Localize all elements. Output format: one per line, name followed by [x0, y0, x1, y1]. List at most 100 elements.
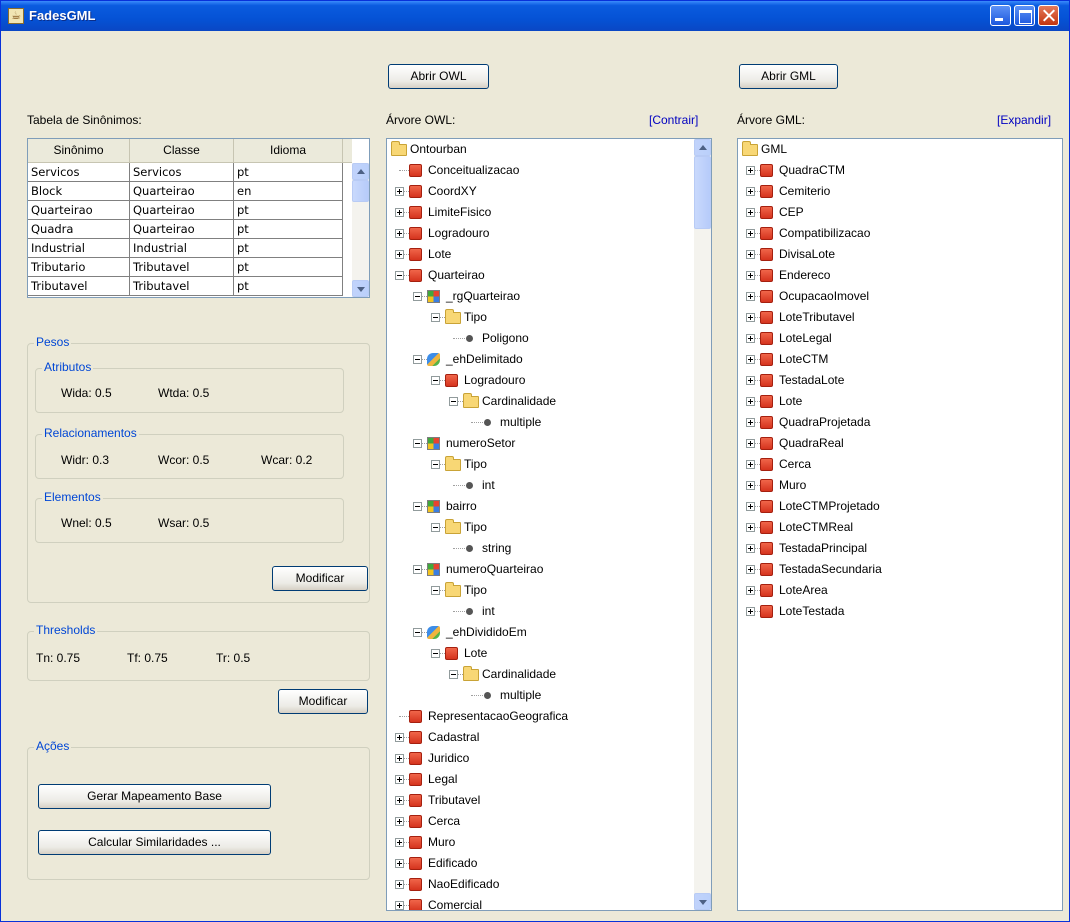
table-row[interactable]: Quarteirao Quarteirao pt — [28, 201, 352, 220]
expand-icon[interactable] — [395, 775, 404, 784]
tree-node[interactable]: _rgQuarteirao — [387, 286, 687, 307]
column-header-classe[interactable]: Classe — [130, 139, 234, 162]
maximize-button[interactable] — [1014, 5, 1035, 26]
tree-node[interactable]: Cadastral — [387, 727, 687, 748]
collapse-icon[interactable] — [431, 313, 440, 322]
table-cell[interactable]: pt — [234, 277, 343, 296]
scroll-up-arrow-icon[interactable] — [694, 139, 711, 156]
tree-node[interactable]: Tipo — [387, 454, 687, 475]
collapse-icon[interactable] — [413, 628, 422, 637]
calculate-similarities-button[interactable]: Calcular Similaridades ... — [38, 830, 271, 855]
generate-base-mapping-button[interactable]: Gerar Mapeamento Base — [38, 784, 271, 809]
tree-node[interactable]: Logradouro — [387, 370, 687, 391]
tree-node[interactable]: Comercial — [387, 895, 687, 910]
tree-node[interactable]: numeroQuarteirao — [387, 559, 687, 580]
collapse-icon[interactable] — [431, 586, 440, 595]
tree-node[interactable]: Endereco — [738, 265, 1038, 286]
tree-node[interactable]: numeroSetor — [387, 433, 687, 454]
table-cell[interactable]: Servicos — [28, 163, 130, 182]
tree-node[interactable]: int — [387, 601, 687, 622]
tree-node[interactable]: Cardinalidade — [387, 391, 687, 412]
expand-icon[interactable] — [746, 208, 755, 217]
scroll-up-arrow-icon[interactable] — [352, 163, 369, 180]
expand-icon[interactable] — [746, 439, 755, 448]
expand-icon[interactable] — [746, 187, 755, 196]
tree-node[interactable]: Tributavel — [387, 790, 687, 811]
expand-icon[interactable] — [395, 838, 404, 847]
expand-icon[interactable] — [395, 754, 404, 763]
scroll-thumb[interactable] — [352, 180, 369, 202]
owl-tree-scrollbar[interactable] — [694, 139, 711, 910]
collapse-icon[interactable] — [395, 271, 404, 280]
owl-tree[interactable]: Ontourban Conceitualizacao CoordXY LimiteFi… — [386, 138, 712, 911]
tree-node[interactable]: string — [387, 538, 687, 559]
tree-node[interactable]: Compatibilizacao — [738, 223, 1038, 244]
expand-icon[interactable] — [395, 859, 404, 868]
table-row[interactable]: Industrial Industrial pt — [28, 239, 352, 258]
collapse-icon[interactable] — [431, 376, 440, 385]
tree-node[interactable]: GML — [738, 139, 1038, 160]
expand-icon[interactable] — [395, 250, 404, 259]
tree-node[interactable]: _ehDelimitado — [387, 349, 687, 370]
expand-icon[interactable] — [395, 901, 404, 910]
table-cell[interactable]: pt — [234, 163, 343, 182]
open-gml-button[interactable]: Abrir GML — [739, 64, 838, 89]
tree-node[interactable]: LoteTributavel — [738, 307, 1038, 328]
tree-node[interactable]: _ehDivididoEm — [387, 622, 687, 643]
table-cell[interactable]: pt — [234, 220, 343, 239]
table-row[interactable]: Tributavel Tributavel pt — [28, 277, 352, 296]
tree-node[interactable]: Legal — [387, 769, 687, 790]
close-button[interactable] — [1038, 5, 1059, 26]
tree-node[interactable]: Cemiterio — [738, 181, 1038, 202]
table-cell[interactable]: Tributario — [28, 258, 130, 277]
tree-node[interactable]: Cerca — [738, 454, 1038, 475]
tree-node[interactable]: NaoEdificado — [387, 874, 687, 895]
expand-icon[interactable] — [746, 544, 755, 553]
tree-node[interactable]: bairro — [387, 496, 687, 517]
tree-node[interactable]: Tipo — [387, 580, 687, 601]
table-cell[interactable]: en — [234, 182, 343, 201]
tree-node[interactable]: Ontourban — [387, 139, 687, 160]
table-row[interactable]: Servicos Servicos pt — [28, 163, 352, 182]
tree-node[interactable]: Juridico — [387, 748, 687, 769]
modify-weights-button[interactable]: Modificar — [272, 566, 368, 591]
table-cell[interactable]: Servicos — [130, 163, 234, 182]
collapse-icon[interactable] — [449, 670, 458, 679]
collapse-icon[interactable] — [413, 439, 422, 448]
tree-node[interactable]: multiple — [387, 412, 687, 433]
tree-node[interactable]: RepresentacaoGeografica — [387, 706, 687, 727]
tree-node[interactable]: LoteCTMReal — [738, 517, 1038, 538]
tree-node[interactable]: Lote — [387, 643, 687, 664]
tree-node[interactable]: OcupacaoImovel — [738, 286, 1038, 307]
expand-icon[interactable] — [746, 334, 755, 343]
column-header-idioma[interactable]: Idioma — [234, 139, 343, 162]
expand-icon[interactable] — [395, 880, 404, 889]
column-header-sinonimo[interactable]: Sinônimo — [28, 139, 130, 162]
collapse-icon[interactable] — [413, 292, 422, 301]
expand-icon[interactable] — [395, 796, 404, 805]
expand-icon[interactable] — [746, 460, 755, 469]
collapse-icon[interactable] — [431, 649, 440, 658]
expand-icon[interactable] — [395, 208, 404, 217]
tree-node[interactable]: Muro — [738, 475, 1038, 496]
tree-node[interactable]: Cerca — [387, 811, 687, 832]
table-cell[interactable]: pt — [234, 201, 343, 220]
modify-thresholds-button[interactable]: Modificar — [278, 689, 368, 714]
table-cell[interactable]: Tributavel — [130, 258, 234, 277]
expand-icon[interactable] — [746, 271, 755, 280]
table-row[interactable]: Block Quarteirao en — [28, 182, 352, 201]
table-cell[interactable]: Industrial — [130, 239, 234, 258]
tree-node[interactable]: LoteCTMProjetado — [738, 496, 1038, 517]
table-cell[interactable]: pt — [234, 258, 343, 277]
tree-node[interactable]: DivisaLote — [738, 244, 1038, 265]
collapse-icon[interactable] — [413, 565, 422, 574]
tree-node[interactable]: LoteLegal — [738, 328, 1038, 349]
expand-icon[interactable] — [746, 250, 755, 259]
table-scrollbar[interactable] — [352, 163, 369, 297]
table-cell[interactable]: Block — [28, 182, 130, 201]
table-row[interactable]: Quadra Quarteirao pt — [28, 220, 352, 239]
scroll-down-arrow-icon[interactable] — [352, 280, 369, 297]
tree-node[interactable]: Tipo — [387, 307, 687, 328]
collapse-icon[interactable] — [449, 397, 458, 406]
tree-node[interactable]: QuadraProjetada — [738, 412, 1038, 433]
